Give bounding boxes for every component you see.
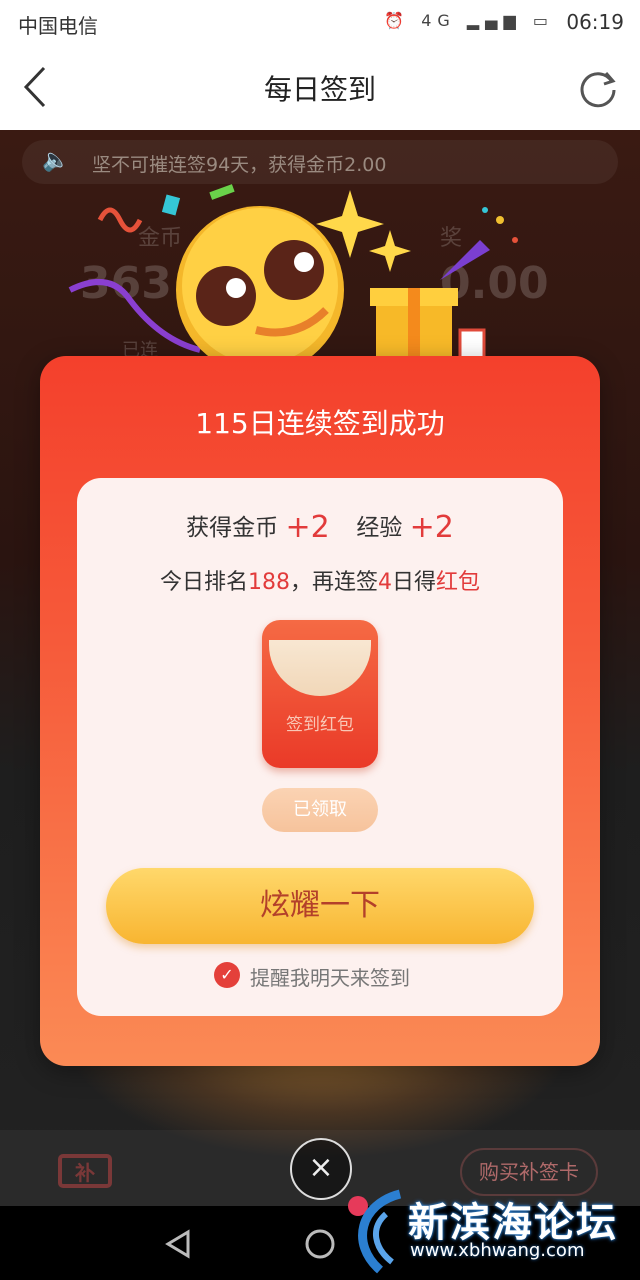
alarm-icon: ⏰ [384, 11, 411, 30]
home-circle-icon[interactable] [302, 1226, 338, 1262]
rank-suffix: 日得 [392, 570, 437, 595]
back-triangle-icon[interactable] [160, 1226, 196, 1262]
reward-word: 红包 [436, 570, 481, 595]
status-bar: 中国电信 ⏰ 4G ▂▄▆ ▭ 06:19 [0, 0, 640, 44]
days-remaining: 4 [378, 570, 392, 595]
status-icons: ⏰ 4G ▂▄▆ ▭ [384, 11, 554, 30]
coins-label: 获得金币 [186, 515, 279, 541]
rank-prefix: 今日排名 [159, 570, 248, 595]
page-title: 每日签到 [263, 73, 376, 106]
rank-value: 188 [247, 570, 290, 595]
network-type-label: 4G [421, 11, 456, 30]
remind-tomorrow-option[interactable]: ✓ 提醒我明天来签到 [214, 960, 474, 992]
refresh-icon [580, 72, 616, 108]
checkmark-icon[interactable]: ✓ [214, 962, 240, 988]
watermark-url: www.xbhwang.com [410, 1240, 585, 1261]
rank-middle: ，再连签 [289, 570, 378, 595]
modal-title: 115日连续签到成功 [195, 407, 445, 440]
refresh-button[interactable] [574, 60, 622, 114]
red-envelope-label: 签到红包 [286, 715, 354, 735]
watermark: 新滨海论坛 www.xbhwang.com [340, 1180, 640, 1280]
show-off-button[interactable]: 炫耀一下 [106, 868, 534, 944]
claimed-button[interactable]: 已领取 [262, 788, 378, 832]
party-horn-icon [440, 240, 490, 280]
confetti-streamer-icon [97, 207, 143, 233]
svg-text:补: 补 [74, 1161, 95, 1185]
exp-value: +2 [409, 510, 454, 545]
carrier-name: 中国电信 [18, 14, 98, 38]
clock: 06:19 [566, 10, 624, 34]
reward-summary: 获得金币 +2 经验 +2 [77, 508, 563, 545]
celebration-illustration [68, 184, 518, 370]
signal-icon: ▂▄▆ [466, 11, 522, 30]
close-icon: × [308, 1150, 334, 1185]
exp-label: 经验 [356, 515, 403, 541]
nav-bar: 每日签到 [0, 44, 640, 131]
remind-label: 提醒我明天来签到 [250, 966, 410, 990]
rank-info: 今日排名188，再连签4日得红包 [77, 564, 563, 596]
makeup-card-icon: 补 [58, 1150, 112, 1190]
battery-icon: ▭ [532, 11, 554, 30]
watermark-logo-icon [348, 1189, 402, 1274]
coins-value: +2 [285, 510, 330, 545]
